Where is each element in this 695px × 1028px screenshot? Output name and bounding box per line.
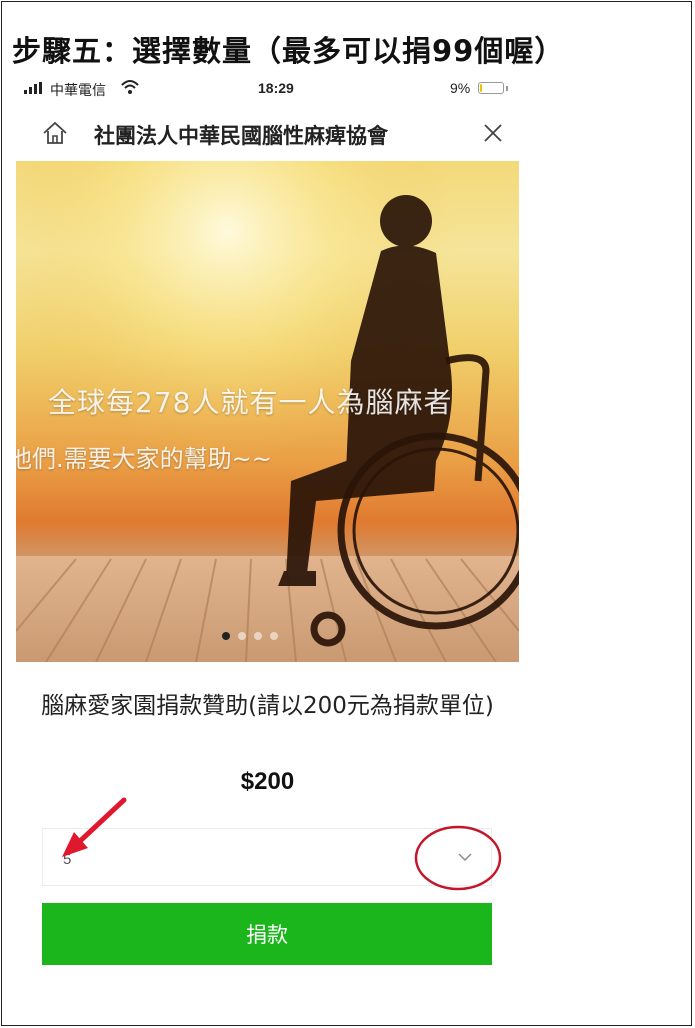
battery-icon <box>478 82 504 94</box>
hero-banner[interactable]: 全球每278人就有一人為腦麻者 他們.需要大家的幫助~~ <box>16 161 519 662</box>
hero-caption-line2: 他們.需要大家的幫助~~ <box>16 445 272 473</box>
product-price: $200 <box>240 768 295 795</box>
donate-button[interactable]: 捐款 <box>42 903 492 965</box>
carousel-dot-3[interactable] <box>254 632 262 640</box>
battery-tip <box>506 86 508 91</box>
step-title: 步驟五：選擇數量（最多可以捐99個喔） <box>12 34 565 68</box>
carousel-dots <box>222 632 302 642</box>
carousel-dot-2[interactable] <box>238 632 246 640</box>
quantity-select[interactable]: 5 <box>42 828 492 886</box>
close-icon[interactable] <box>482 122 504 144</box>
quantity-value: 5 <box>63 851 72 868</box>
battery-percent: 9% <box>450 80 471 96</box>
chevron-down-icon[interactable] <box>457 851 473 863</box>
carousel-dot-4[interactable] <box>270 632 278 640</box>
battery-fill <box>480 84 482 92</box>
product-name: 腦麻愛家園捐款贊助(請以200元為捐款單位) <box>41 693 494 719</box>
nav-bar: 社團法人中華民國腦性麻痺協會 <box>16 110 518 158</box>
signal-icon <box>24 82 44 94</box>
carousel-dot-1[interactable] <box>222 632 230 640</box>
nav-title: 社團法人中華民國腦性麻痺協會 <box>94 124 388 148</box>
wifi-icon <box>121 80 139 94</box>
carrier-label: 中華電信 <box>50 82 106 98</box>
home-icon[interactable] <box>42 120 68 146</box>
hero-caption-line1: 全球每278人就有一人為腦麻者 <box>48 386 453 419</box>
status-bar: 中華電信 18:29 9% <box>18 78 518 102</box>
status-time: 18:29 <box>258 80 294 96</box>
